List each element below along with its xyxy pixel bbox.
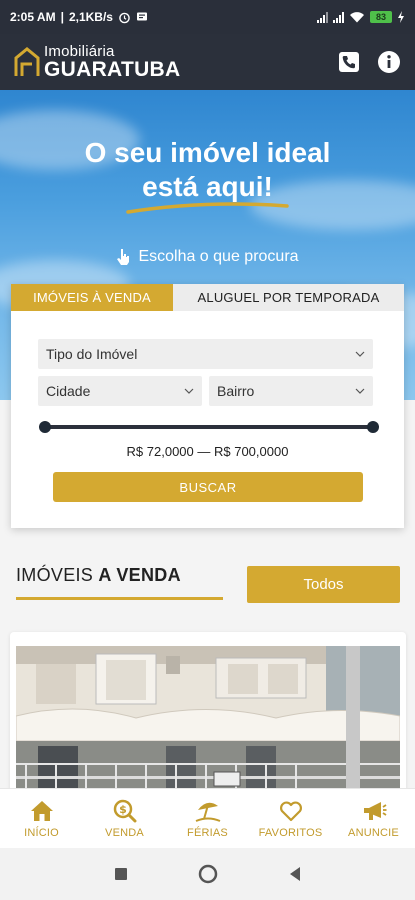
hero-subtitle-text: Escolha o que procura	[138, 248, 299, 265]
megaphone-icon	[363, 801, 386, 820]
logo-top-text: Imobiliária	[44, 43, 115, 60]
hero-subtitle: Escolha o que procura	[0, 248, 415, 266]
nav-label: ANUNCIE	[348, 826, 399, 839]
phone-button[interactable]	[337, 50, 361, 74]
hero-title-line1: O seu imóvel ideal	[84, 137, 331, 168]
status-right: 83	[317, 11, 405, 23]
chevron-down-icon	[184, 388, 194, 394]
status-bar: 2:05 AM | 2,1KB/s 83	[0, 0, 415, 34]
cidade-value: Cidade	[46, 383, 91, 399]
home-button[interactable]	[198, 864, 218, 884]
property-image	[16, 646, 400, 796]
tipo-imovel-select[interactable]: Tipo do Imóvel	[38, 339, 373, 369]
pointer-hand-icon	[117, 249, 130, 265]
price-range-slider[interactable]	[39, 421, 379, 433]
todos-button[interactable]: Todos	[247, 566, 400, 603]
nav-inicio[interactable]: INÍCIO	[0, 789, 83, 848]
signal-icon-2	[333, 11, 344, 23]
tab-aluguel-temporada[interactable]: ALUGUEL POR TEMPORADA	[173, 284, 404, 311]
tab-imoveis-venda[interactable]: IMÓVEIS À VENDA	[11, 284, 173, 311]
price-min-thumb[interactable]	[39, 421, 51, 433]
beach-umbrella-icon	[195, 802, 220, 822]
nav-favoritos[interactable]: FAVORITOS	[249, 789, 332, 848]
charging-icon	[398, 11, 404, 23]
price-range-label: R$ 72,0000 — R$ 700,0000	[126, 444, 289, 459]
logo-text: Imobiliária GUARATUBA	[44, 44, 180, 80]
heart-icon	[279, 801, 302, 821]
header-actions	[337, 50, 401, 74]
back-button[interactable]	[288, 866, 302, 882]
underline-swoosh	[126, 202, 289, 214]
bairro-select[interactable]: Bairro	[209, 376, 373, 406]
info-button[interactable]	[377, 50, 401, 74]
cidade-select[interactable]: Cidade	[38, 376, 202, 406]
app-header: Imobiliária GUARATUBA	[0, 34, 415, 90]
home-icon	[30, 800, 53, 821]
nav-ferias[interactable]: FÉRIAS	[166, 789, 249, 848]
logo[interactable]: Imobiliária GUARATUBA	[14, 44, 180, 80]
chevron-down-icon	[355, 388, 365, 394]
svg-text:$: $	[119, 803, 127, 816]
hero-title: O seu imóvel ideal está aqui!	[0, 136, 415, 204]
status-time: 2:05 AM	[10, 10, 56, 24]
wifi-icon	[350, 12, 364, 23]
alarm-icon	[119, 12, 130, 23]
bottom-navigation: INÍCIO $ VENDA FÉRIAS FAVORITOS ANUNCIE	[0, 788, 415, 848]
tipo-imovel-value: Tipo do Imóvel	[46, 346, 138, 362]
search-card: IMÓVEIS À VENDA ALUGUEL POR TEMPORADA Ti…	[11, 284, 404, 528]
property-photo[interactable]	[16, 646, 400, 796]
battery-icon: 83	[370, 11, 392, 23]
section-underline	[16, 597, 223, 600]
status-left: 2:05 AM | 2,1KB/s	[10, 10, 148, 24]
search-tabs: IMÓVEIS À VENDA ALUGUEL POR TEMPORADA	[11, 284, 404, 311]
nav-label: INÍCIO	[24, 826, 59, 839]
info-icon	[378, 51, 400, 73]
nav-anuncie[interactable]: ANUNCIE	[332, 789, 415, 848]
section-title-prefix: IMÓVEIS	[16, 565, 99, 585]
bairro-value: Bairro	[217, 383, 255, 399]
price-range-fill	[45, 425, 373, 429]
property-card[interactable]	[10, 632, 406, 802]
signal-icon	[317, 11, 328, 23]
price-max-thumb[interactable]	[367, 421, 379, 433]
message-icon	[136, 12, 147, 21]
system-navigation-bar	[0, 848, 415, 900]
nav-label: FAVORITOS	[258, 826, 323, 839]
money-search-icon: $	[113, 799, 136, 822]
phone-icon	[339, 52, 359, 72]
status-separator: |	[60, 10, 64, 24]
section-title: IMÓVEIS A VENDA	[16, 565, 181, 586]
logo-house-icon	[14, 47, 40, 76]
logo-bottom-text: GUARATUBA	[44, 58, 181, 81]
status-speed: 2,1KB/s	[68, 10, 113, 24]
nav-label: FÉRIAS	[187, 826, 228, 839]
nav-venda[interactable]: $ VENDA	[83, 789, 166, 848]
nav-label: VENDA	[105, 826, 144, 839]
chevron-down-icon	[355, 351, 365, 357]
section-title-bold: A VENDA	[98, 565, 181, 585]
recent-apps-button[interactable]	[114, 867, 128, 881]
buscar-button[interactable]: BUSCAR	[53, 472, 363, 502]
